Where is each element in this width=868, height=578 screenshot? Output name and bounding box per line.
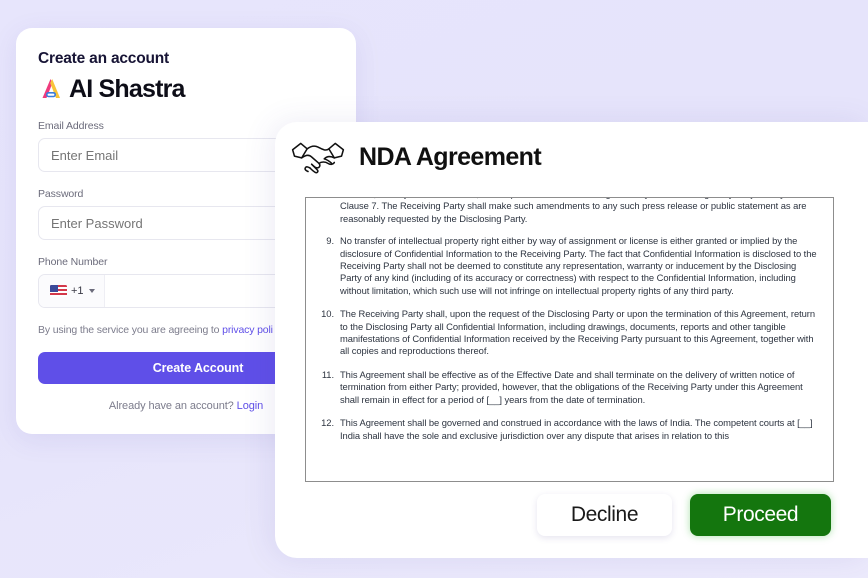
login-prompt-text: Already have an account? — [108, 400, 237, 412]
nda-clause-text: This Agreement shall be governed and con… — [340, 417, 813, 441]
nda-clause-number: 10. — [321, 308, 334, 320]
us-flag-icon — [50, 285, 67, 297]
nda-clause-text: The Receiving Party shall, upon the requ… — [340, 308, 816, 357]
page-title: Create an account — [38, 50, 169, 67]
proceed-button[interactable]: Proceed — [690, 494, 831, 536]
nda-lead-paragraph: affiliates, or subject matter hereof, un… — [340, 198, 807, 224]
login-link[interactable]: Login — [237, 400, 264, 412]
terms-static-text: By using the service you are agreeing to — [38, 324, 223, 336]
chevron-down-icon — [88, 289, 95, 293]
ai-shastra-logo-icon — [38, 76, 64, 102]
nda-clause-number: 11. — [321, 368, 334, 380]
country-code-label: +1 — [71, 285, 84, 297]
nda-title: NDA Agreement — [359, 142, 542, 171]
nda-clause-9: 9. No transfer of intellectual property … — [312, 235, 819, 297]
nda-clause-12: 12. This Agreement shall be governed and… — [312, 417, 819, 442]
nda-action-bar: Decline Proceed — [275, 494, 868, 536]
nda-text-scroll-area[interactable]: affiliates, or subject matter hereof, un… — [305, 197, 834, 482]
nda-clause-text: This Agreement shall be effective as of … — [340, 368, 803, 405]
brand-name-label: AI Shastra — [69, 74, 185, 103]
nda-header: NDA Agreement — [275, 122, 868, 178]
nda-clause-10: 10. The Receiving Party shall, upon the … — [312, 308, 819, 358]
nda-clause-number: 12. — [321, 417, 334, 429]
nda-clause-11: 11. This Agreement shall be effective as… — [312, 369, 819, 406]
country-code-selector[interactable]: +1 — [39, 275, 105, 307]
decline-button[interactable]: Decline — [537, 494, 672, 536]
nda-clause-number: 9. — [326, 235, 334, 247]
handshake-icon — [289, 136, 347, 178]
nda-clause-text: No transfer of intellectual property rig… — [340, 235, 817, 296]
brand-logo: AI Shastra — [38, 76, 334, 102]
privacy-policy-link[interactable]: privacy poli — [222, 324, 273, 336]
nda-modal: NDA Agreement affiliates, or subject mat… — [275, 122, 868, 558]
